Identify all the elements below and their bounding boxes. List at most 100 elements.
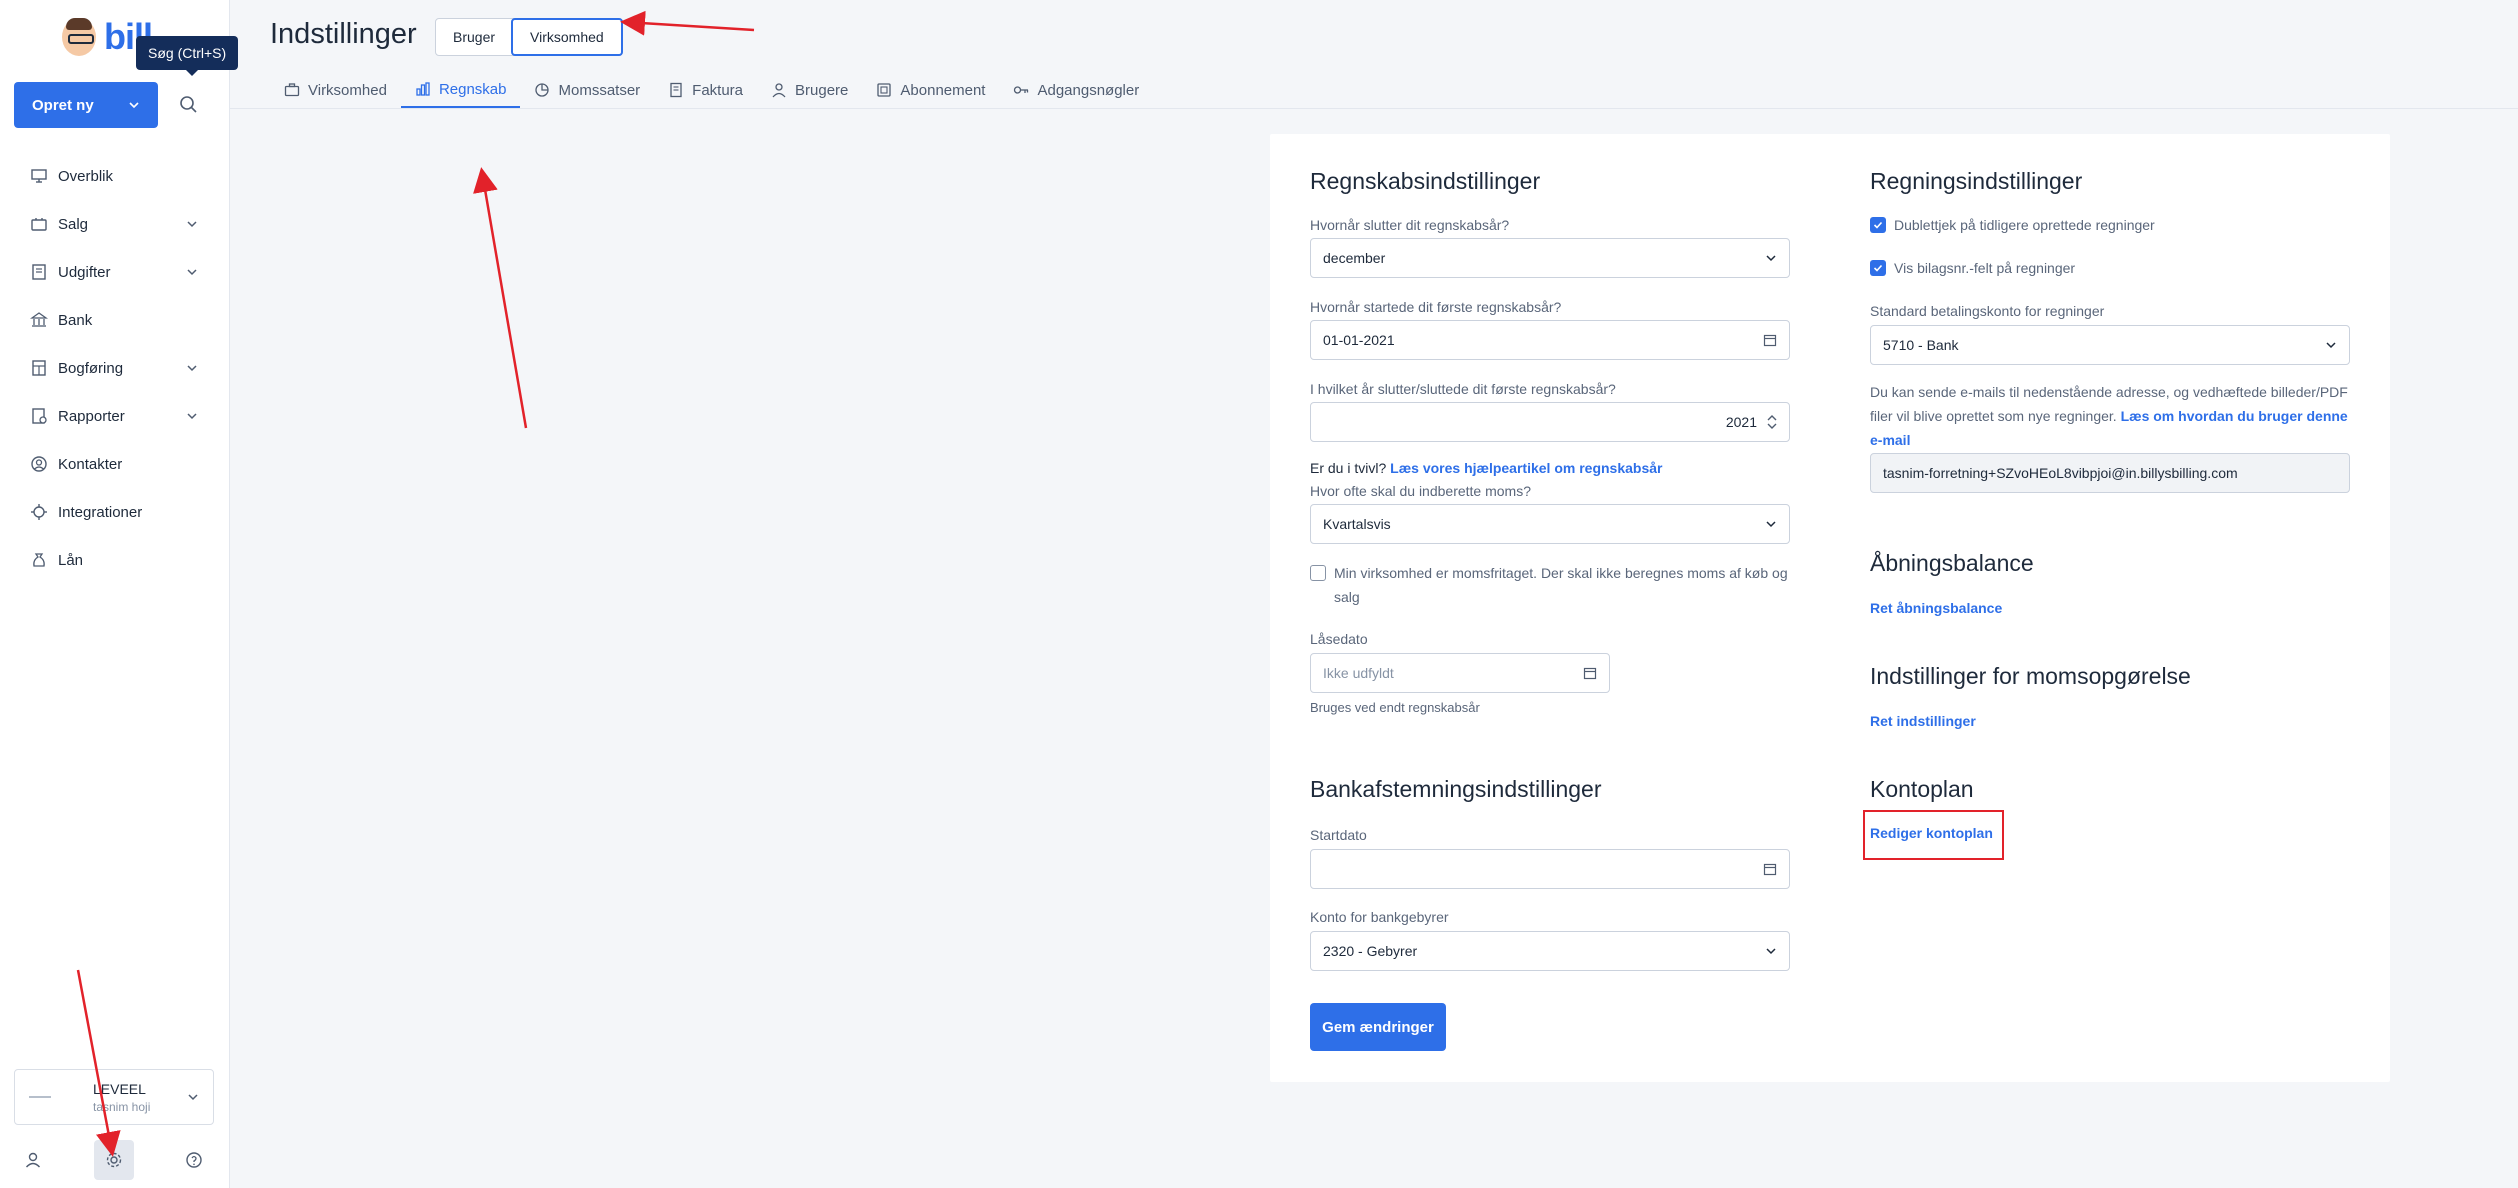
tab-label: Momssatser bbox=[558, 81, 641, 99]
fiscal-start-date-input[interactable]: 01-01-2021 bbox=[1310, 320, 1790, 360]
bill-email-info: Du kan sende e-mails til nedenstående ad… bbox=[1870, 380, 2360, 452]
sidebar-item-overblik[interactable]: Overblik bbox=[0, 152, 230, 200]
tab-virksomhed[interactable]: Virksomhed bbox=[270, 72, 401, 108]
edit-opening-balance-link[interactable]: Ret åbningsbalance bbox=[1870, 600, 2002, 616]
receipt-icon bbox=[32, 264, 46, 280]
pie-icon bbox=[535, 83, 550, 97]
voucher-field-row[interactable]: Vis bilagsnr.-felt på regninger bbox=[1870, 256, 2075, 280]
payment-account-select[interactable]: 5710 - Bank bbox=[1870, 325, 2350, 365]
settings-button[interactable] bbox=[94, 1140, 134, 1180]
tab-momssatser[interactable]: Momssatser bbox=[520, 72, 654, 108]
bar-chart-icon bbox=[416, 82, 430, 96]
lock-date-label: Låsedato bbox=[1310, 631, 1368, 647]
chevron-down-icon bbox=[129, 102, 139, 109]
sidebar-item-salg[interactable]: Salg bbox=[0, 200, 230, 248]
stepper-arrows-icon[interactable] bbox=[1767, 413, 1777, 431]
sidebar-item-kontakter[interactable]: Kontakter bbox=[0, 440, 230, 488]
vat-exempt-checkbox-row[interactable]: Min virksomhed er momsfritaget. Der skal… bbox=[1310, 561, 1790, 609]
fiscal-start-value: 01-01-2021 bbox=[1323, 332, 1395, 348]
bank-fee-account-select[interactable]: 2320 - Gebyrer bbox=[1310, 931, 1790, 971]
report-icon bbox=[32, 408, 47, 424]
duplicate-check-row[interactable]: Dublettjek på tidligere oprettede regnin… bbox=[1870, 213, 2155, 237]
fiscal-year-help-link[interactable]: Læs vores hjælpeartikel om regnskabsår bbox=[1390, 460, 1662, 476]
user-icon bbox=[772, 83, 786, 98]
create-new-label: Opret ny bbox=[32, 96, 94, 114]
organization-info: LEVEEL tasnim hoji bbox=[93, 1081, 187, 1114]
bank-icon bbox=[30, 312, 48, 327]
sidebar-item-label: Rapporter bbox=[58, 407, 125, 425]
duplicate-check-checkbox[interactable] bbox=[1870, 217, 1886, 233]
sidebar-item-label: Bank bbox=[58, 311, 93, 329]
lock-date-input[interactable]: Ikke udfyldt bbox=[1310, 653, 1610, 693]
sidebar: bill Søg (Ctrl+S) Opret ny Overblik Salg… bbox=[0, 0, 239, 1188]
help-icon bbox=[186, 1152, 202, 1168]
calendar-icon[interactable] bbox=[1583, 666, 1597, 680]
chevron-down-icon bbox=[187, 221, 197, 228]
tab-faktura[interactable]: Faktura bbox=[654, 72, 757, 108]
vat-period-select[interactable]: Kvartalsvis bbox=[1310, 504, 1790, 544]
sidebar-item-label: Overblik bbox=[58, 167, 114, 185]
vat-exempt-checkbox[interactable] bbox=[1310, 565, 1326, 581]
calendar-icon[interactable] bbox=[1763, 333, 1777, 347]
profile-button[interactable] bbox=[13, 1140, 53, 1180]
chevron-down-icon bbox=[187, 413, 197, 420]
edit-vat-settings-link[interactable]: Ret indstillinger bbox=[1870, 713, 1976, 729]
scope-company-button[interactable]: Virksomhed bbox=[511, 18, 623, 56]
briefcase-icon bbox=[284, 83, 300, 97]
fiscal-end-value: december bbox=[1323, 250, 1386, 266]
sidebar-item-integrationer[interactable]: Integrationer bbox=[0, 488, 230, 536]
opening-balance-heading: Åbningsbalance bbox=[1870, 550, 2034, 576]
search-icon bbox=[180, 96, 197, 113]
chart-of-accounts-heading: Kontoplan bbox=[1870, 776, 1974, 802]
sidebar-item-label: Bogføring bbox=[58, 359, 124, 377]
monitor-icon bbox=[31, 169, 47, 183]
sidebar-item-lan[interactable]: Lån bbox=[0, 536, 230, 584]
contact-icon bbox=[31, 456, 47, 472]
subscription-icon bbox=[877, 83, 892, 97]
sidebar-item-label: Kontakter bbox=[58, 455, 123, 473]
sidebar-item-rapporter[interactable]: Rapporter bbox=[0, 392, 230, 440]
first-year-stepper[interactable]: 2021 bbox=[1310, 402, 1790, 442]
vat-report-settings-heading: Indstillinger for momsopgørelse bbox=[1870, 663, 2191, 689]
bank-fee-account-label: Konto for bankgebyrer bbox=[1310, 909, 1449, 925]
vat-period-label: Hvor ofte skal du indberette moms? bbox=[1310, 483, 1531, 499]
organization-switcher[interactable]: LEVEEL tasnim hoji bbox=[14, 1069, 214, 1125]
search-tooltip: Søg (Ctrl+S) bbox=[136, 36, 239, 76]
duplicate-check-label: Dublettjek på tidligere oprettede regnin… bbox=[1894, 217, 2155, 233]
ledger-icon bbox=[32, 360, 46, 376]
create-new-button[interactable]: Opret ny bbox=[14, 82, 158, 128]
chevron-down-icon bbox=[1766, 948, 1776, 955]
tab-label: Abonnement bbox=[900, 81, 986, 99]
tab-regnskab[interactable]: Regnskab bbox=[400, 72, 521, 108]
scope-user-button[interactable]: Bruger bbox=[436, 19, 512, 55]
sidebar-item-bank[interactable]: Bank bbox=[0, 296, 230, 344]
sidebar-item-udgifter[interactable]: Udgifter bbox=[0, 248, 230, 296]
save-changes-button[interactable]: Gem ændringer bbox=[1310, 1003, 1446, 1051]
accounting-settings-heading: Regnskabsindstillinger bbox=[1310, 168, 1541, 194]
tab-abonnement[interactable]: Abonnement bbox=[862, 72, 999, 108]
sidebar-item-label: Lån bbox=[58, 551, 84, 569]
invoice-icon bbox=[670, 82, 682, 98]
payment-account-value: 5710 - Bank bbox=[1883, 337, 1959, 353]
tab-label: Brugere bbox=[795, 81, 849, 99]
doubt-text: Er du i tvivl? bbox=[1310, 460, 1387, 476]
fiscal-end-select[interactable]: december bbox=[1310, 238, 1790, 278]
bill-email-address-field[interactable]: tasnim-forretning+SZvoHEoL8vibpjoi@in.bi… bbox=[1870, 453, 2350, 493]
search-button[interactable] bbox=[176, 92, 202, 118]
sidebar-nav: Overblik Salg Udgifter Bank Bogføring Ra… bbox=[0, 152, 230, 584]
start-date-input[interactable] bbox=[1310, 849, 1790, 889]
help-button[interactable] bbox=[174, 1140, 214, 1180]
first-year-value: 2021 bbox=[1725, 414, 1757, 430]
tab-label: Regnskab bbox=[438, 80, 507, 98]
voucher-field-checkbox[interactable] bbox=[1870, 260, 1886, 276]
chevron-down-icon bbox=[187, 269, 197, 276]
sidebar-item-bogforing[interactable]: Bogføring bbox=[0, 344, 230, 392]
tab-adgangsnogler[interactable]: Adgangsnøgler bbox=[999, 72, 1153, 108]
tab-label: Faktura bbox=[692, 81, 744, 99]
vat-exempt-label: Min virksomhed er momsfritaget. Der skal… bbox=[1334, 565, 1788, 605]
bill-settings-heading: Regningsindstillinger bbox=[1870, 168, 2083, 194]
tab-brugere[interactable]: Brugere bbox=[757, 72, 862, 108]
calendar-icon[interactable] bbox=[1763, 862, 1777, 876]
lock-date-placeholder: Ikke udfyldt bbox=[1323, 665, 1394, 681]
checkmark-icon bbox=[1873, 221, 1883, 229]
